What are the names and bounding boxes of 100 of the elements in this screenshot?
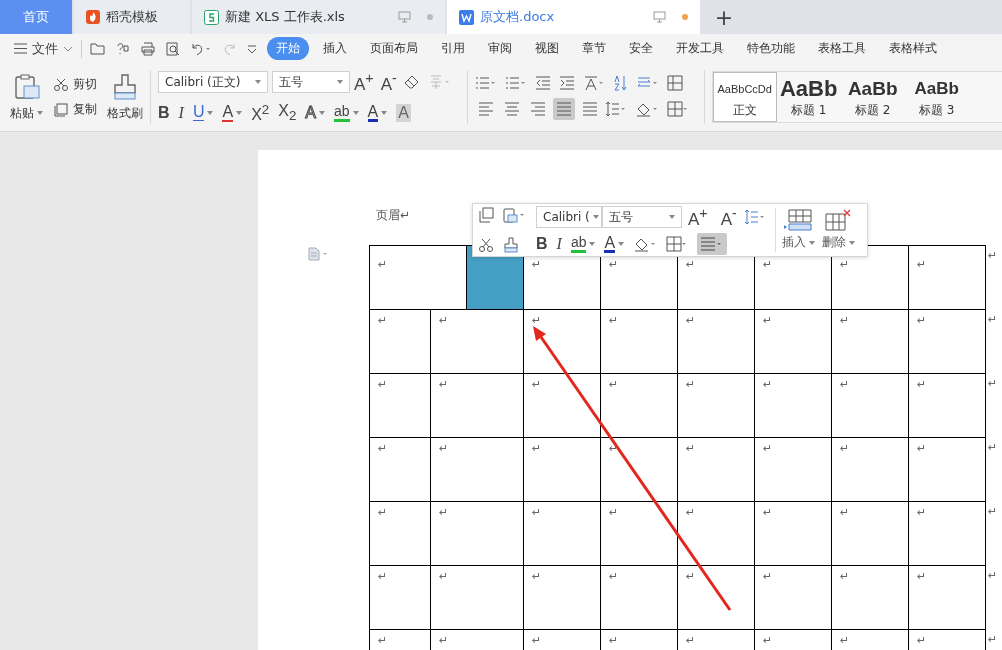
format-button[interactable]: X$^{2}$ <box>251 101 270 124</box>
format-button[interactable]: B <box>536 235 548 254</box>
align-icon <box>529 100 546 117</box>
paragraph-mark: ↵ <box>378 570 388 583</box>
align-button[interactable] <box>552 97 575 120</box>
align-icon <box>581 100 598 117</box>
format-painter-button[interactable]: 格式刷 <box>107 72 143 122</box>
paragraph-mark: ↵ <box>439 570 449 583</box>
monitor-icon[interactable] <box>398 11 411 23</box>
paragraph-mark: ↵ <box>378 442 388 455</box>
format-button[interactable]: I <box>556 235 562 254</box>
indent-icon[interactable] <box>558 74 575 91</box>
brush-icon <box>111 72 139 101</box>
font-size-field[interactable]: 五号 <box>272 71 350 94</box>
align-icon <box>503 100 520 117</box>
paragraph-mark: ↵ <box>917 258 927 271</box>
document-tab[interactable]: 稻壳模板 <box>74 0 190 34</box>
font-family-field[interactable]: Calibri (正文) <box>158 71 268 94</box>
font-size-field[interactable]: 五号 <box>602 206 682 228</box>
undo-icon[interactable] <box>190 41 212 56</box>
format-button[interactable]: B <box>158 103 170 122</box>
paragraph-mark: ↵ <box>917 314 927 327</box>
document-tab[interactable]: 原文档.docx <box>447 0 700 34</box>
line-spacing-icon[interactable] <box>743 209 766 225</box>
header-text: 页眉↵ <box>376 208 411 222</box>
table-icon[interactable] <box>666 74 683 91</box>
copy-icon[interactable] <box>478 207 494 223</box>
paragraph-mark: ↵ <box>840 570 850 583</box>
preview-icon[interactable] <box>165 41 181 56</box>
font-size-button[interactable]: A$^{-}$ <box>720 204 737 230</box>
ribbon-tab[interactable]: 开发工具 <box>667 37 733 60</box>
format-button[interactable]: U <box>192 104 214 122</box>
cut-icon[interactable] <box>478 237 494 253</box>
format-button[interactable]: I <box>178 103 184 122</box>
format-button[interactable]: A <box>367 103 388 122</box>
paragraph-mark: ↵ <box>532 314 542 327</box>
font-size-button[interactable]: A$^{+}$ <box>688 204 708 230</box>
sort-icon[interactable] <box>612 74 629 91</box>
line-spacing-icon[interactable] <box>604 100 627 117</box>
format-button[interactable]: A <box>222 103 243 122</box>
caret-icon <box>808 240 815 245</box>
print-icon[interactable] <box>140 41 156 56</box>
shading-icon[interactable] <box>633 236 658 253</box>
style-preset[interactable]: AaBb 标题 3 <box>904 72 969 122</box>
font-size-button[interactable]: A$^{-}$ <box>380 70 397 95</box>
ribbon-tab[interactable]: 引用 <box>432 37 474 60</box>
ribbon-tab[interactable]: 特色功能 <box>738 37 804 60</box>
text-direction-icon[interactable] <box>582 74 605 91</box>
ribbon-tab[interactable]: 安全 <box>620 37 662 60</box>
borders-icon[interactable] <box>666 236 689 253</box>
insert-button[interactable]: 插入 <box>781 209 815 251</box>
cut-button[interactable]: 剪切 <box>53 76 97 93</box>
delete-button[interactable]: 删除 <box>821 209 855 251</box>
monitor-icon[interactable] <box>653 11 666 23</box>
numbered-list-icon[interactable] <box>504 74 527 91</box>
ribbon-tab[interactable]: 插入 <box>314 37 356 60</box>
paragraph-mark: ↵ <box>378 378 388 391</box>
paragraph-mark: ↵ <box>988 377 998 390</box>
tab-label: 首页 <box>23 8 49 26</box>
align-button[interactable] <box>697 233 728 256</box>
font-size-button[interactable]: A$^{+}$ <box>354 70 374 95</box>
bullet-list-icon[interactable] <box>474 74 497 91</box>
file-menu[interactable]: 文件 <box>14 39 73 58</box>
ribbon-tab[interactable]: 章节 <box>573 37 615 60</box>
align-icon <box>555 100 572 117</box>
format-button[interactable]: A <box>305 103 325 122</box>
document-icon[interactable] <box>308 247 330 261</box>
ribbon-tab[interactable]: 表格工具 <box>809 37 875 60</box>
paragraph-mark: ↵ <box>609 570 619 583</box>
copy-button[interactable]: 复制 <box>53 101 97 118</box>
folder-icon[interactable] <box>90 41 106 56</box>
format-button[interactable]: X$_{2}$ <box>278 102 297 124</box>
paragraph-mark: ↵ <box>988 313 998 326</box>
style-preset[interactable]: AaBb 标题 1 <box>776 72 841 122</box>
outdent-icon[interactable] <box>534 74 551 91</box>
ribbon-tab[interactable]: 表格样式 <box>880 37 946 60</box>
ribbon-tab[interactable]: 页面布局 <box>361 37 427 60</box>
paste-button[interactable]: 粘贴 <box>10 72 43 122</box>
format-button[interactable]: ab <box>334 103 359 122</box>
paragraph-mark: ↵ <box>609 378 619 391</box>
style-preset[interactable]: AaBbCcDd 正文 <box>712 72 777 122</box>
paragraph-mark: ↵ <box>763 442 773 455</box>
ribbon-tab[interactable]: 视图 <box>526 37 568 60</box>
format-button[interactable]: ab <box>570 235 596 254</box>
document-tab[interactable]: 新建 XLS 工作表.xls <box>192 0 445 34</box>
new-tab-button[interactable]: + <box>704 0 744 34</box>
style-preset[interactable]: AaBb 标题 2 <box>840 72 905 122</box>
ribbon-tab[interactable]: 审阅 <box>479 37 521 60</box>
borders-icon[interactable] <box>666 100 689 117</box>
caret-icon <box>337 80 343 85</box>
format-button[interactable]: A <box>396 103 411 122</box>
paragraph-mark: ↵ <box>532 570 542 583</box>
scissors-icon <box>53 77 69 92</box>
paragraph-mark: ↵ <box>763 570 773 583</box>
paragraph-mark: ↵ <box>532 442 542 455</box>
paste-icon[interactable] <box>503 207 527 223</box>
eraser-icon[interactable] <box>403 74 420 91</box>
font-family-field[interactable]: Calibri ( <box>536 206 602 228</box>
tab-label: 新建 XLS 工作表.xls <box>225 8 346 26</box>
format-button[interactable]: A <box>604 235 625 254</box>
